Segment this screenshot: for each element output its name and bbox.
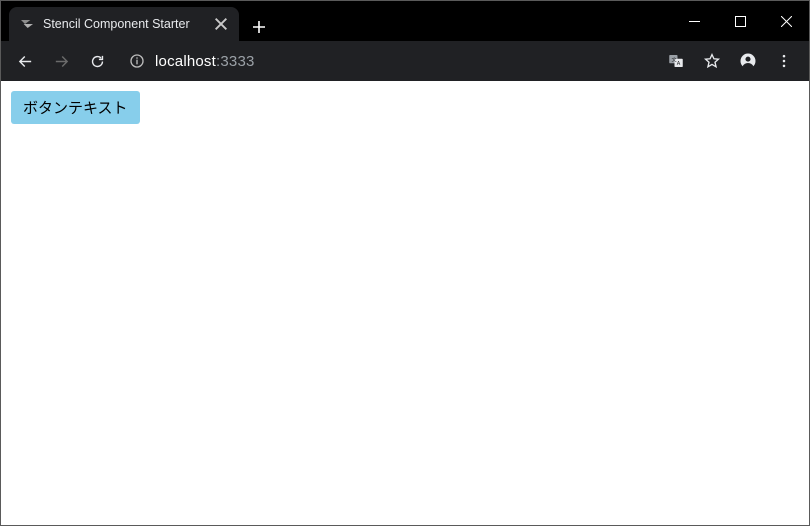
toolbar-actions: 文A xyxy=(659,44,801,78)
svg-text:A: A xyxy=(677,61,681,67)
tab-strip: Stencil Component Starter xyxy=(1,1,273,41)
url-port: :3333 xyxy=(216,53,255,70)
address-bar[interactable]: localhost:3333 xyxy=(123,51,649,71)
back-button[interactable] xyxy=(9,45,41,77)
stencil-favicon xyxy=(19,16,35,32)
new-tab-button[interactable] xyxy=(245,13,273,41)
titlebar-drag-region xyxy=(273,1,671,41)
minimize-window-button[interactable] xyxy=(671,6,717,36)
maximize-window-button[interactable] xyxy=(717,6,763,36)
close-tab-icon[interactable] xyxy=(213,16,229,32)
reload-button[interactable] xyxy=(81,45,113,77)
bookmark-star-icon[interactable] xyxy=(695,44,729,78)
url-text: localhost:3333 xyxy=(155,53,255,70)
close-window-button[interactable] xyxy=(763,6,809,36)
browser-tab[interactable]: Stencil Component Starter xyxy=(9,7,239,41)
kebab-menu-icon[interactable] xyxy=(767,44,801,78)
window-controls xyxy=(671,1,809,41)
url-host: localhost xyxy=(155,53,216,70)
forward-button[interactable] xyxy=(45,45,77,77)
translate-icon[interactable]: 文A xyxy=(659,44,693,78)
site-info-icon[interactable] xyxy=(127,51,147,71)
browser-toolbar: localhost:3333 文A xyxy=(1,41,809,81)
tab-title: Stencil Component Starter xyxy=(43,17,205,31)
window-titlebar: Stencil Component Starter xyxy=(1,1,809,41)
profile-avatar-icon[interactable] xyxy=(731,44,765,78)
page-content: ボタンテキスト xyxy=(1,81,809,525)
sample-button[interactable]: ボタンテキスト xyxy=(11,91,140,124)
